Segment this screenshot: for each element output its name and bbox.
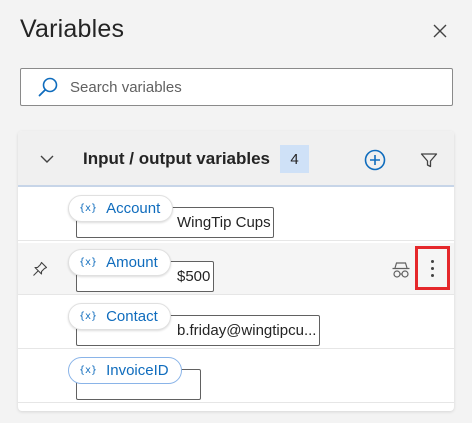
variable-chip-invoiceid[interactable]: {x} InvoiceID xyxy=(68,357,182,384)
filter-icon[interactable] xyxy=(419,150,439,170)
variable-value-text: WingTip Cups xyxy=(177,214,271,231)
search-icon xyxy=(37,76,59,98)
chevron-down-icon[interactable] xyxy=(38,150,56,168)
variable-icon: {x} xyxy=(79,311,98,322)
variable-name: InvoiceID xyxy=(106,362,169,379)
more-options-button[interactable] xyxy=(415,246,450,290)
variable-icon: {x} xyxy=(79,257,98,268)
search-box[interactable] xyxy=(20,68,453,106)
variable-row-amount[interactable]: $500 {x} Amount xyxy=(18,243,454,295)
add-circle-icon[interactable] xyxy=(363,148,387,172)
variable-chip-amount[interactable]: {x} Amount xyxy=(68,249,171,276)
variable-row-contact[interactable]: b.friday@wingtipcu... {x} Contact xyxy=(18,297,454,349)
pane-title: Variables xyxy=(20,15,125,43)
sensitive-incognito-icon[interactable] xyxy=(390,259,412,281)
variable-value-text: $500 xyxy=(177,268,211,285)
search-input[interactable] xyxy=(70,78,430,96)
variables-panel: Input / output variables 4 WingTip Cups … xyxy=(18,131,454,411)
close-icon xyxy=(433,24,447,38)
variable-icon: {x} xyxy=(79,365,98,376)
variable-chip-account[interactable]: {x} Account xyxy=(68,195,174,222)
variable-name: Contact xyxy=(106,308,158,325)
variable-icon: {x} xyxy=(79,203,98,214)
variable-row-account[interactable]: WingTip Cups {x} Account xyxy=(18,189,454,241)
more-vertical-icon xyxy=(431,259,434,263)
variable-row-invoiceid[interactable]: {x} InvoiceID xyxy=(18,351,454,403)
section-title: Input / output variables xyxy=(83,149,271,168)
variable-value-text: b.friday@wingtipcu... xyxy=(177,322,317,339)
pin-icon[interactable] xyxy=(32,261,48,277)
variable-chip-contact[interactable]: {x} Contact xyxy=(68,303,171,330)
variable-name: Account xyxy=(106,200,161,217)
variable-name: Amount xyxy=(106,254,158,271)
close-button[interactable] xyxy=(428,19,452,43)
count-badge: 4 xyxy=(280,145,309,173)
section-header[interactable]: Input / output variables 4 xyxy=(18,131,454,187)
